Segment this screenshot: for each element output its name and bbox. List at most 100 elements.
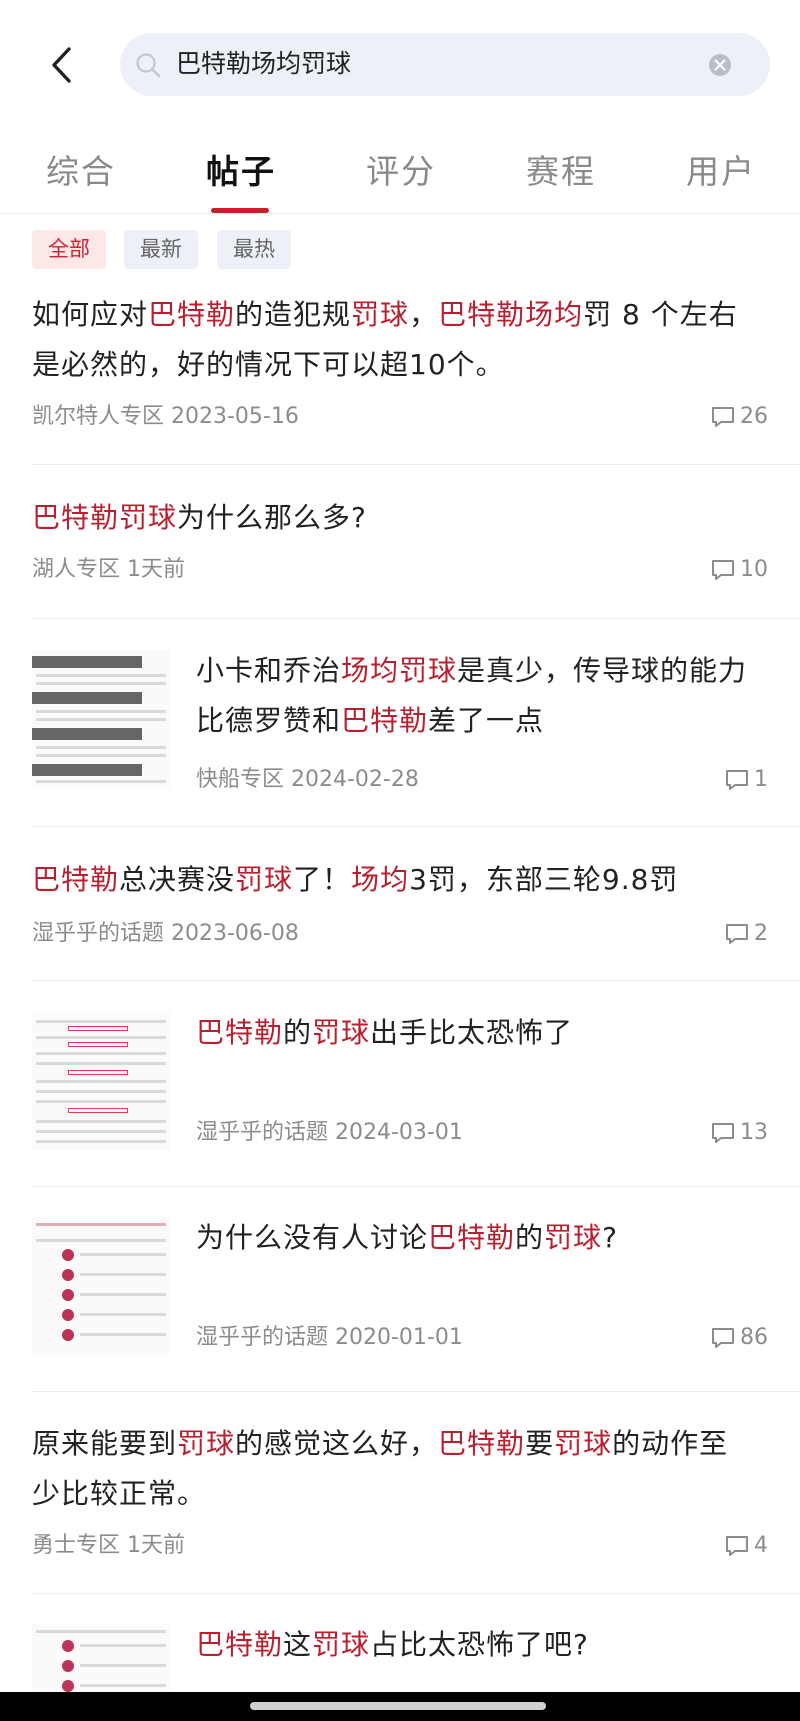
divider — [32, 1593, 800, 1594]
comment-count: 26 — [710, 402, 768, 432]
comment-count: 86 — [710, 1323, 768, 1353]
comment-count-value: 2 — [754, 921, 768, 946]
filter-all[interactable]: 全部 — [32, 230, 106, 269]
keyword-highlight: 巴特勒 — [196, 1016, 284, 1049]
comment-icon — [712, 560, 734, 580]
divider — [32, 464, 800, 465]
comment-icon — [726, 1536, 748, 1556]
comment-count: 1 — [724, 765, 768, 795]
chevron-left-icon — [52, 47, 71, 83]
post-thumbnail — [32, 1624, 170, 1692]
divider — [32, 1391, 800, 1392]
post-item[interactable]: 巴特勒的罚球出手比太恐怖了 湿乎乎的话题 2024-03-01 13 — [0, 1008, 800, 1188]
title-text: 差了一点 — [428, 704, 545, 737]
post-item[interactable]: 巴特勒这罚球占比太恐怖了吧? — [0, 1620, 800, 1692]
post-title: 如何应对巴特勒的造犯规罚球，巴特勒场均罚 8 个左右是必然的，好的情况下可以超1… — [32, 290, 752, 390]
title-text: 总决赛没 — [119, 863, 236, 896]
keyword-highlight: 巴特勒罚球 — [32, 501, 178, 534]
post-title: 为什么没有人讨论巴特勒的罚球? — [196, 1213, 766, 1263]
comment-icon — [712, 1328, 734, 1348]
post-title: 巴特勒这罚球占比太恐怖了吧? — [196, 1620, 766, 1670]
comment-count-value: 13 — [740, 1120, 768, 1145]
tab-schedule[interactable]: 赛程 — [526, 150, 596, 194]
post-meta: 湿乎乎的话题 2023-06-08 — [32, 921, 299, 946]
comment-count-value: 4 — [754, 1533, 768, 1558]
keyword-highlight: 罚球 — [351, 298, 410, 331]
filter-hottest[interactable]: 最热 — [217, 230, 291, 269]
post-item[interactable]: 巴特勒罚球为什么那么多? 湖人专区 1天前 10 — [0, 493, 800, 618]
keyword-highlight: 罚球 — [312, 1016, 371, 1049]
post-title: 巴特勒罚球为什么那么多? — [32, 493, 752, 543]
clear-icon[interactable] — [708, 53, 732, 77]
title-text: 为什么那么多? — [177, 501, 367, 534]
keyword-highlight: 场均 — [351, 863, 410, 896]
tab-users[interactable]: 用户 — [686, 150, 756, 194]
post-title: 原来能要到罚球的感觉这么好，巴特勒要罚球的动作至少比较正常。 — [32, 1419, 752, 1519]
comment-count: 4 — [724, 1531, 768, 1561]
post-item[interactable]: 原来能要到罚球的感觉这么好，巴特勒要罚球的动作至少比较正常。 勇士专区 1天前 … — [0, 1419, 800, 1594]
title-text: ? — [602, 1221, 618, 1254]
post-item[interactable]: 如何应对巴特勒的造犯规罚球，巴特勒场均罚 8 个左右是必然的，好的情况下可以超1… — [0, 290, 800, 465]
comment-count-value: 86 — [740, 1325, 768, 1350]
keyword-highlight: 巴特勒场均 — [438, 298, 584, 331]
keyword-highlight: 罚球 — [177, 1427, 236, 1460]
keyword-highlight: 巴特勒 — [428, 1221, 516, 1254]
divider — [32, 826, 800, 827]
search-header: 巴特勒场均罚球 — [0, 0, 800, 130]
title-text: 小卡和乔治 — [196, 654, 342, 687]
keyword-highlight: 罚球 — [235, 863, 294, 896]
keyword-highlight: 巴特勒 — [196, 1628, 284, 1661]
keyword-highlight: 巴特勒 — [438, 1427, 526, 1460]
title-text: 为什么没有人讨论 — [196, 1221, 429, 1254]
post-thumbnail — [32, 1217, 170, 1355]
post-thumbnail — [32, 1012, 170, 1150]
post-title: 小卡和乔治场均罚球是真少，传导球的能力比德罗赞和巴特勒差了一点 — [196, 646, 766, 746]
title-text: 如何应对 — [32, 298, 149, 331]
filter-latest[interactable]: 最新 — [124, 230, 198, 269]
title-text: 的造犯规 — [235, 298, 352, 331]
tab-bar: 综合 帖子 评分 赛程 用户 — [0, 140, 800, 213]
keyword-highlight: 场均罚球 — [341, 654, 458, 687]
keyword-highlight: 巴特勒 — [341, 704, 429, 737]
comment-count: 10 — [710, 555, 768, 585]
post-meta: 湿乎乎的话题 2024-03-01 — [196, 1120, 463, 1145]
title-text: 的感觉这么好， — [235, 1427, 439, 1460]
tab-ratings[interactable]: 评分 — [366, 150, 436, 194]
divider — [32, 618, 800, 619]
title-text: 原来能要到 — [32, 1427, 178, 1460]
title-text: 了！ — [293, 863, 352, 896]
search-icon — [136, 53, 161, 78]
post-item[interactable]: 小卡和乔治场均罚球是真少，传导球的能力比德罗赞和巴特勒差了一点 快船专区 202… — [0, 646, 800, 826]
search-input[interactable]: 巴特勒场均罚球 — [120, 33, 770, 96]
post-item[interactable]: 巴特勒总决赛没罚球了！场均3罚，东部三轮9.8罚 湿乎乎的话题 2023-06-… — [0, 855, 800, 980]
title-text: 要 — [525, 1427, 555, 1460]
comment-icon — [712, 407, 734, 427]
comment-icon — [726, 770, 748, 790]
comment-icon — [712, 1123, 734, 1143]
keyword-highlight: 罚球 — [554, 1427, 613, 1460]
title-text: 的 — [515, 1221, 545, 1254]
search-query: 巴特勒场均罚球 — [176, 49, 352, 78]
post-title: 巴特勒总决赛没罚球了！场均3罚，东部三轮9.8罚 — [32, 855, 752, 905]
title-text: 3罚，东部三轮9.8罚 — [409, 863, 679, 896]
tab-general[interactable]: 综合 — [46, 150, 116, 194]
gesture-handle[interactable] — [250, 1702, 546, 1710]
post-item[interactable]: 为什么没有人讨论巴特勒的罚球? 湿乎乎的话题 2020-01-01 86 — [0, 1213, 800, 1393]
post-meta: 快船专区 2024-02-28 — [196, 767, 419, 792]
divider — [32, 980, 800, 981]
divider — [32, 1186, 800, 1187]
back-button[interactable] — [40, 40, 84, 90]
title-text: 占比太恐怖了吧? — [370, 1628, 589, 1661]
comment-count: 2 — [724, 919, 768, 949]
comment-icon — [726, 924, 748, 944]
keyword-highlight: 巴特勒 — [32, 863, 120, 896]
keyword-highlight: 巴特勒 — [148, 298, 236, 331]
post-meta: 勇士专区 1天前 — [32, 1533, 185, 1558]
post-title: 巴特勒的罚球出手比太恐怖了 — [196, 1008, 766, 1058]
post-meta: 湖人专区 1天前 — [32, 557, 185, 582]
title-text: 出手比太恐怖了 — [370, 1016, 574, 1049]
tab-posts[interactable]: 帖子 — [206, 150, 276, 194]
keyword-highlight: 罚球 — [312, 1628, 371, 1661]
post-thumbnail — [32, 650, 170, 788]
title-text: 的 — [283, 1016, 313, 1049]
